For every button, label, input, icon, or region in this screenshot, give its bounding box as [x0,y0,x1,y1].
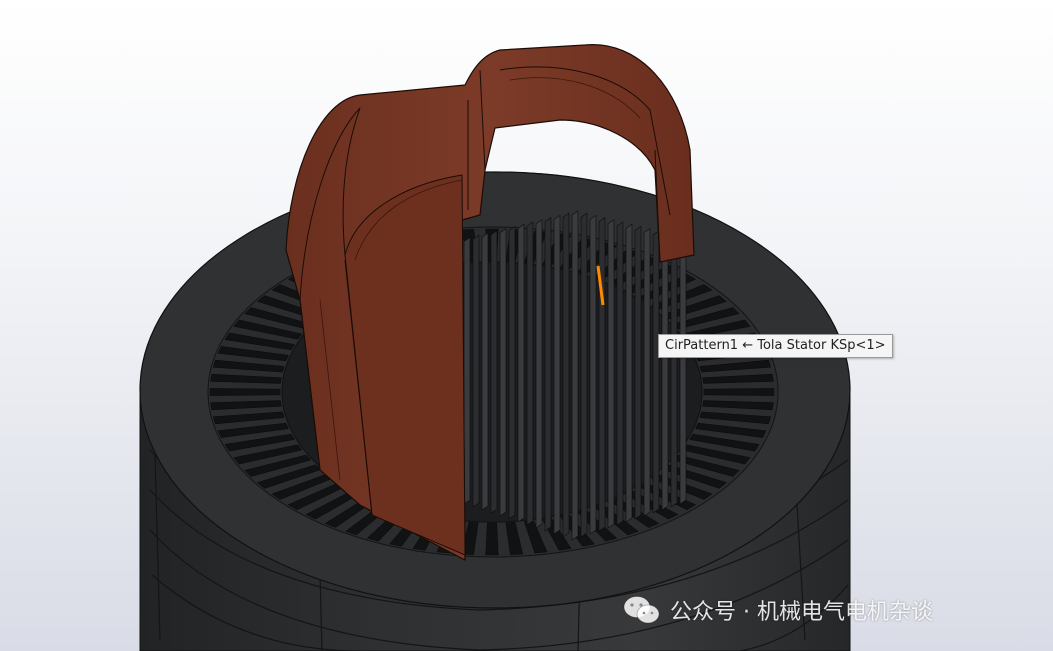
bore-tooth [616,221,624,526]
bore-tooth [544,217,552,532]
bore-tooth [643,228,651,517]
bore-tooth [553,214,561,535]
bore-tooth [526,221,534,526]
bore-tooth [562,212,570,538]
bore-tooth [607,219,615,529]
bore-tooth [517,223,525,523]
bore-tooth [472,234,480,508]
stator-core[interactable] [139,171,851,651]
bore-tooth [508,225,516,520]
bore-tooth [535,219,543,529]
stator-slot [485,522,499,556]
stator-slot [209,388,281,396]
bore-tooth [490,230,498,514]
bore-tooth [670,234,678,508]
stator-slot [703,388,775,396]
bore-tooth [598,217,606,532]
tooltip-text: CirPattern1 ← Tola Stator KSp<1> [665,338,886,353]
bore-tooth [661,232,669,511]
bore-tooth [652,230,660,514]
watermark: 公众号 · 机械电气电机杂谈 [622,590,933,630]
feature-tooltip: CirPattern1 ← Tola Stator KSp<1> [658,334,893,358]
bore-tooth [499,228,507,517]
bore-tooth [481,232,489,511]
bore-tooth [463,236,471,505]
watermark-text: 公众号 · 机械电气电机杂谈 [670,600,933,625]
bore-tooth [625,223,633,523]
bore-tooth [589,214,597,535]
wechat-icon [623,596,660,624]
bore-tooth [634,225,642,520]
bore-tooth [679,236,687,505]
cad-3d-viewport[interactable] [0,0,1053,651]
bore-tooth [571,210,579,541]
bore-tooth [580,212,588,538]
